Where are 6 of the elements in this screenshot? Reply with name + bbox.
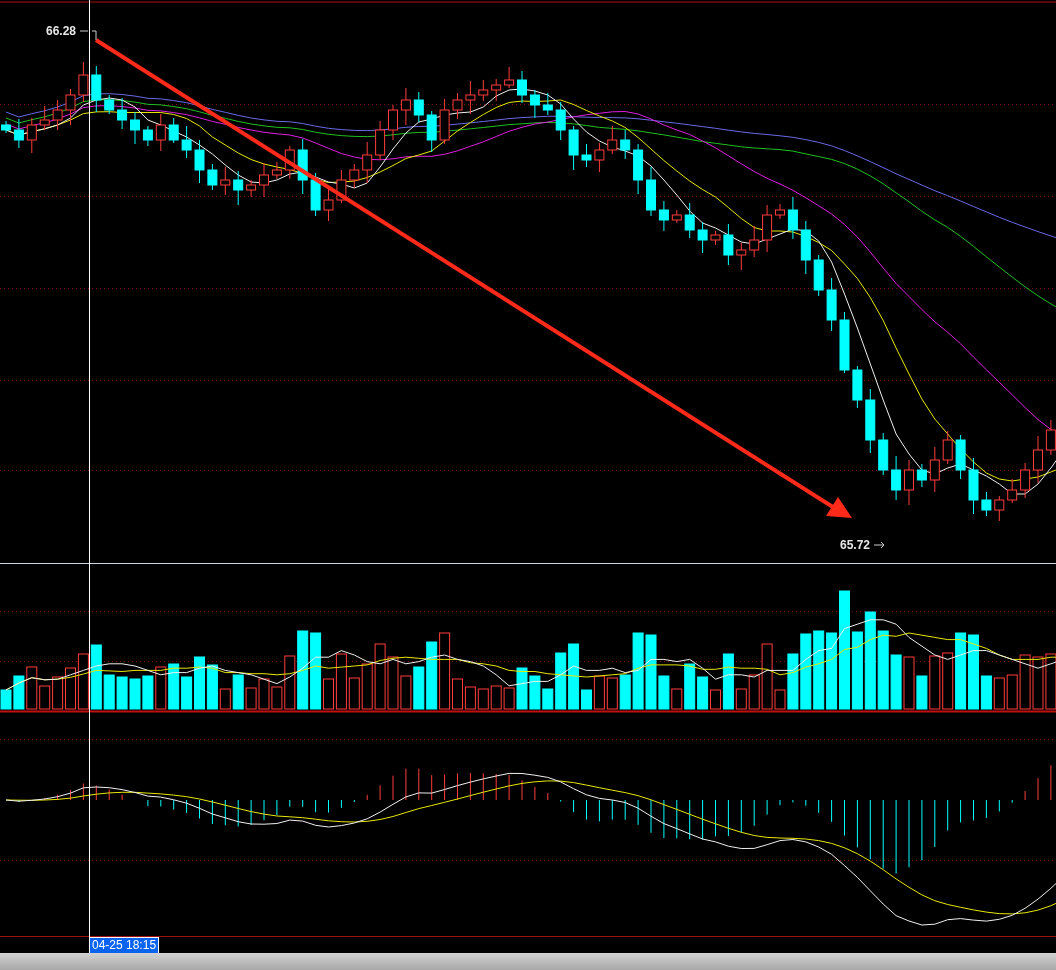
leader-line (873, 541, 885, 549)
time-label: 04-25 18:15 (89, 937, 160, 953)
leader-line (79, 30, 97, 41)
price-label: 66.28 (46, 24, 77, 38)
horizontal-scrollbar[interactable] (0, 953, 1056, 970)
price-label: 65.72 (840, 538, 871, 552)
